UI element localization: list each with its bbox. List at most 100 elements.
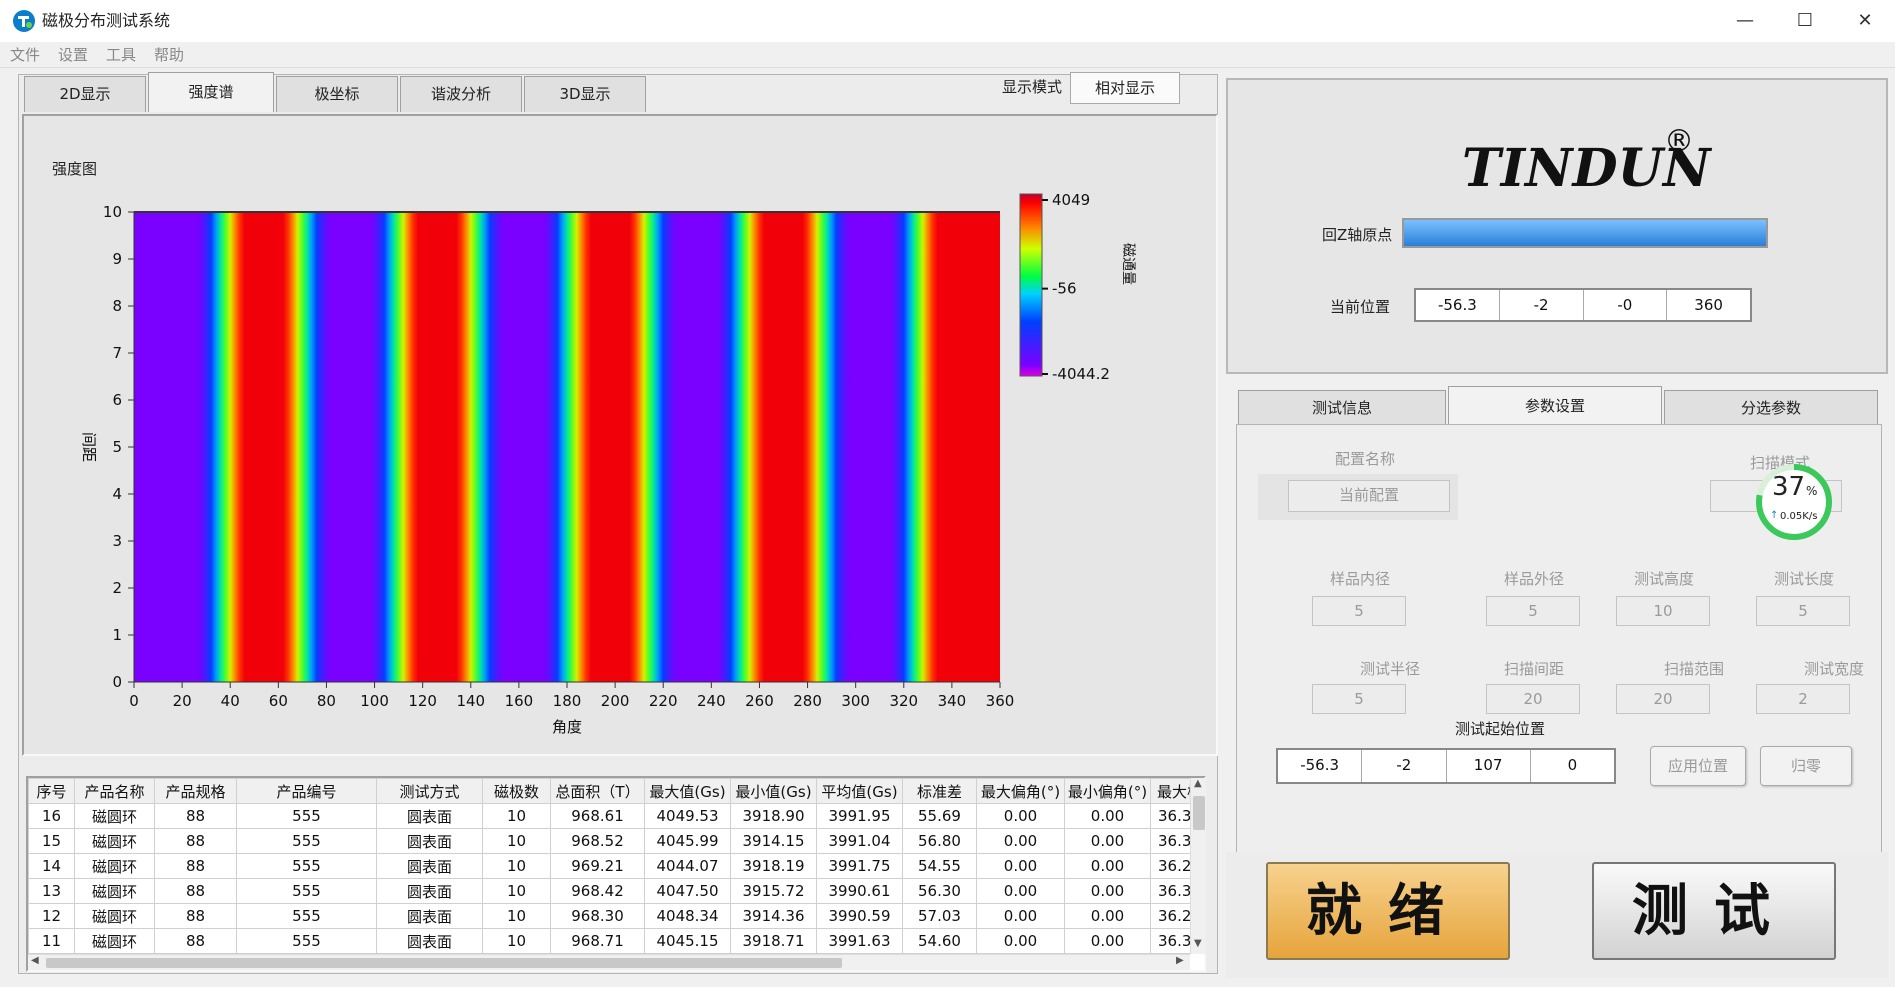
y-tick-label: 9 bbox=[112, 250, 122, 268]
display-mode-label: 显示模式 bbox=[1002, 78, 1063, 96]
table-cell: 11 bbox=[28, 928, 75, 954]
tab-polar[interactable]: 极坐标 bbox=[276, 76, 398, 112]
menu-help[interactable]: 帮助 bbox=[154, 45, 184, 65]
param-label-row1-3: 测试长度 bbox=[1773, 570, 1834, 588]
table-header-cell[interactable]: 序号 bbox=[28, 778, 75, 804]
table-header-cell[interactable]: 平均值(Gs) bbox=[816, 778, 903, 804]
apply-position-button[interactable]: 应用位置 bbox=[1650, 746, 1746, 786]
table-vscroll[interactable]: ▲ ▼ bbox=[1190, 778, 1206, 954]
table-header-cell[interactable]: 产品编号 bbox=[236, 778, 377, 804]
param-field-row2-2[interactable]: 20 bbox=[1616, 684, 1710, 714]
z-axis-label: 回Z轴原点 bbox=[1322, 226, 1393, 244]
minimize-button[interactable]: — bbox=[1715, 0, 1775, 42]
scroll-left-icon[interactable]: ◀ bbox=[31, 955, 39, 966]
close-button[interactable]: ✕ bbox=[1835, 0, 1895, 42]
start-position-angle[interactable]: 0 bbox=[1530, 750, 1614, 782]
zero-button[interactable]: 归零 bbox=[1760, 746, 1852, 786]
param-field-row1-2[interactable]: 10 bbox=[1616, 596, 1710, 626]
scroll-up-icon[interactable]: ▲ bbox=[1194, 778, 1202, 789]
table-cell: 磁圆环 bbox=[74, 878, 155, 904]
menu-settings[interactable]: 设置 bbox=[58, 45, 88, 65]
param-field-row1-1[interactable]: 5 bbox=[1486, 596, 1580, 626]
config-name-field[interactable]: 当前配置 bbox=[1288, 480, 1450, 512]
param-field-row2-1[interactable]: 20 bbox=[1486, 684, 1580, 714]
table-vscroll-thumb[interactable] bbox=[1193, 796, 1205, 830]
tab-intensity[interactable]: 强度谱 bbox=[148, 72, 274, 112]
colorbar-title: 磁通量 bbox=[1120, 243, 1136, 285]
table-cell: 36.31 bbox=[1150, 828, 1190, 854]
table-cell: 57.03 bbox=[902, 903, 977, 929]
menu-file[interactable]: 文件 bbox=[10, 45, 40, 65]
param-field-row2-0[interactable]: 5 bbox=[1312, 684, 1406, 714]
table-header-cell[interactable]: 产品名称 bbox=[74, 778, 155, 804]
table-row[interactable]: 16 磁圆环 88 555 圆表面 10 968.61 4049.53 3918.90 3991.… bbox=[28, 803, 1190, 829]
x-tick-label: 140 bbox=[456, 692, 485, 710]
menu-tools[interactable]: 工具 bbox=[106, 45, 136, 65]
table-cell: 磁圆环 bbox=[74, 803, 155, 829]
start-position-x[interactable]: -56.3 bbox=[1278, 750, 1363, 782]
table-header-cell[interactable]: 标准差 bbox=[902, 778, 977, 804]
x-tick-label: 320 bbox=[889, 692, 918, 710]
current-position-x: -56.3 bbox=[1416, 290, 1500, 320]
heatmap-field bbox=[134, 212, 1000, 682]
table-header-cell[interactable]: 最大偏角(°) bbox=[976, 778, 1065, 804]
x-tick-label: 100 bbox=[360, 692, 389, 710]
x-tick-label: 220 bbox=[649, 692, 678, 710]
table-header-cell[interactable]: 最大极 bbox=[1150, 778, 1190, 804]
param-field-row2-3[interactable]: 2 bbox=[1756, 684, 1850, 714]
tab-3d[interactable]: 3D显示 bbox=[524, 76, 646, 112]
param-field-row1-0[interactable]: 5 bbox=[1312, 596, 1406, 626]
y-tick-label: 4 bbox=[112, 485, 122, 503]
table-cell: 0.00 bbox=[1064, 928, 1151, 954]
current-position-y: -2 bbox=[1499, 290, 1584, 320]
display-mode-select[interactable]: 相对显示 bbox=[1070, 72, 1180, 104]
tab-test-info[interactable]: 测试信息 bbox=[1238, 390, 1446, 426]
maximize-button[interactable]: ☐ bbox=[1775, 0, 1835, 42]
table-hscroll[interactable]: ◀ ▶ bbox=[28, 954, 1190, 970]
ready-button[interactable]: 就绪 bbox=[1266, 862, 1510, 960]
table-header-cell[interactable]: 磁极数 bbox=[482, 778, 551, 804]
table-cell: 56.30 bbox=[902, 878, 977, 904]
chart-panel: 强度图 0 20 40 60 80 100 120 140 160 180 200 220 240 260 2… bbox=[22, 114, 1218, 756]
tab-harmonic[interactable]: 谐波分析 bbox=[400, 76, 522, 112]
tab-2d[interactable]: 2D显示 bbox=[24, 76, 146, 112]
table-header-cell[interactable]: 最小值(Gs) bbox=[730, 778, 817, 804]
table-hscroll-thumb[interactable] bbox=[46, 958, 842, 968]
y-tick-label: 0 bbox=[112, 673, 122, 691]
window-title: 磁极分布测试系统 bbox=[42, 11, 171, 30]
table-header-cell[interactable]: 最大值(Gs) bbox=[644, 778, 731, 804]
table-header-cell[interactable]: 产品规格 bbox=[154, 778, 237, 804]
table-row[interactable]: 14 磁圆环 88 555 圆表面 10 969.21 4044.07 3918.19 3991.… bbox=[28, 853, 1190, 879]
table-cell: 10 bbox=[482, 878, 551, 904]
param-field-row1-3[interactable]: 5 bbox=[1756, 596, 1850, 626]
network-up-icon: ↑ bbox=[1770, 510, 1779, 521]
scroll-right-icon[interactable]: ▶ bbox=[1176, 955, 1184, 966]
table-cell: 36.31 bbox=[1150, 928, 1190, 954]
table-header-cell[interactable]: 测试方式 bbox=[376, 778, 483, 804]
table-cell: 0.00 bbox=[1064, 878, 1151, 904]
table-cell: 56.80 bbox=[902, 828, 977, 854]
table-row[interactable]: 11 磁圆环 88 555 圆表面 10 968.71 4045.15 3918.71 3991.… bbox=[28, 928, 1190, 954]
scroll-down-icon[interactable]: ▼ bbox=[1194, 938, 1202, 949]
table-cell: 0.00 bbox=[1064, 803, 1151, 829]
tab-params[interactable]: 参数设置 bbox=[1448, 386, 1662, 426]
table-cell: 0.00 bbox=[1064, 828, 1151, 854]
table-row[interactable]: 13 磁圆环 88 555 圆表面 10 968.42 4047.50 3915.72 3990.… bbox=[28, 878, 1190, 904]
start-position-z[interactable]: 107 bbox=[1446, 750, 1531, 782]
table-row[interactable]: 12 磁圆环 88 555 圆表面 10 968.30 4048.34 3914.36 3990.… bbox=[28, 903, 1190, 929]
table-cell: 16 bbox=[28, 803, 75, 829]
table-header-cell[interactable]: 总面积（T） bbox=[550, 778, 645, 804]
table-cell: 4044.07 bbox=[644, 853, 731, 879]
y-tick-label: 10 bbox=[103, 203, 122, 221]
app-logo-icon bbox=[12, 9, 36, 33]
table-row[interactable]: 15 磁圆环 88 555 圆表面 10 968.52 4045.99 3914.15 3991.… bbox=[28, 828, 1190, 854]
network-percent-unit: % bbox=[1806, 484, 1818, 498]
param-label-row1-2: 测试高度 bbox=[1633, 570, 1694, 588]
test-button[interactable]: 测试 bbox=[1592, 862, 1836, 960]
start-position-y[interactable]: -2 bbox=[1362, 750, 1447, 782]
table-cell: 54.55 bbox=[902, 853, 977, 879]
x-tick-label: 40 bbox=[221, 692, 240, 710]
table-cell: 88 bbox=[154, 828, 237, 854]
table-header-cell[interactable]: 最小偏角(°) bbox=[1064, 778, 1151, 804]
tab-sorting[interactable]: 分选参数 bbox=[1664, 390, 1878, 426]
